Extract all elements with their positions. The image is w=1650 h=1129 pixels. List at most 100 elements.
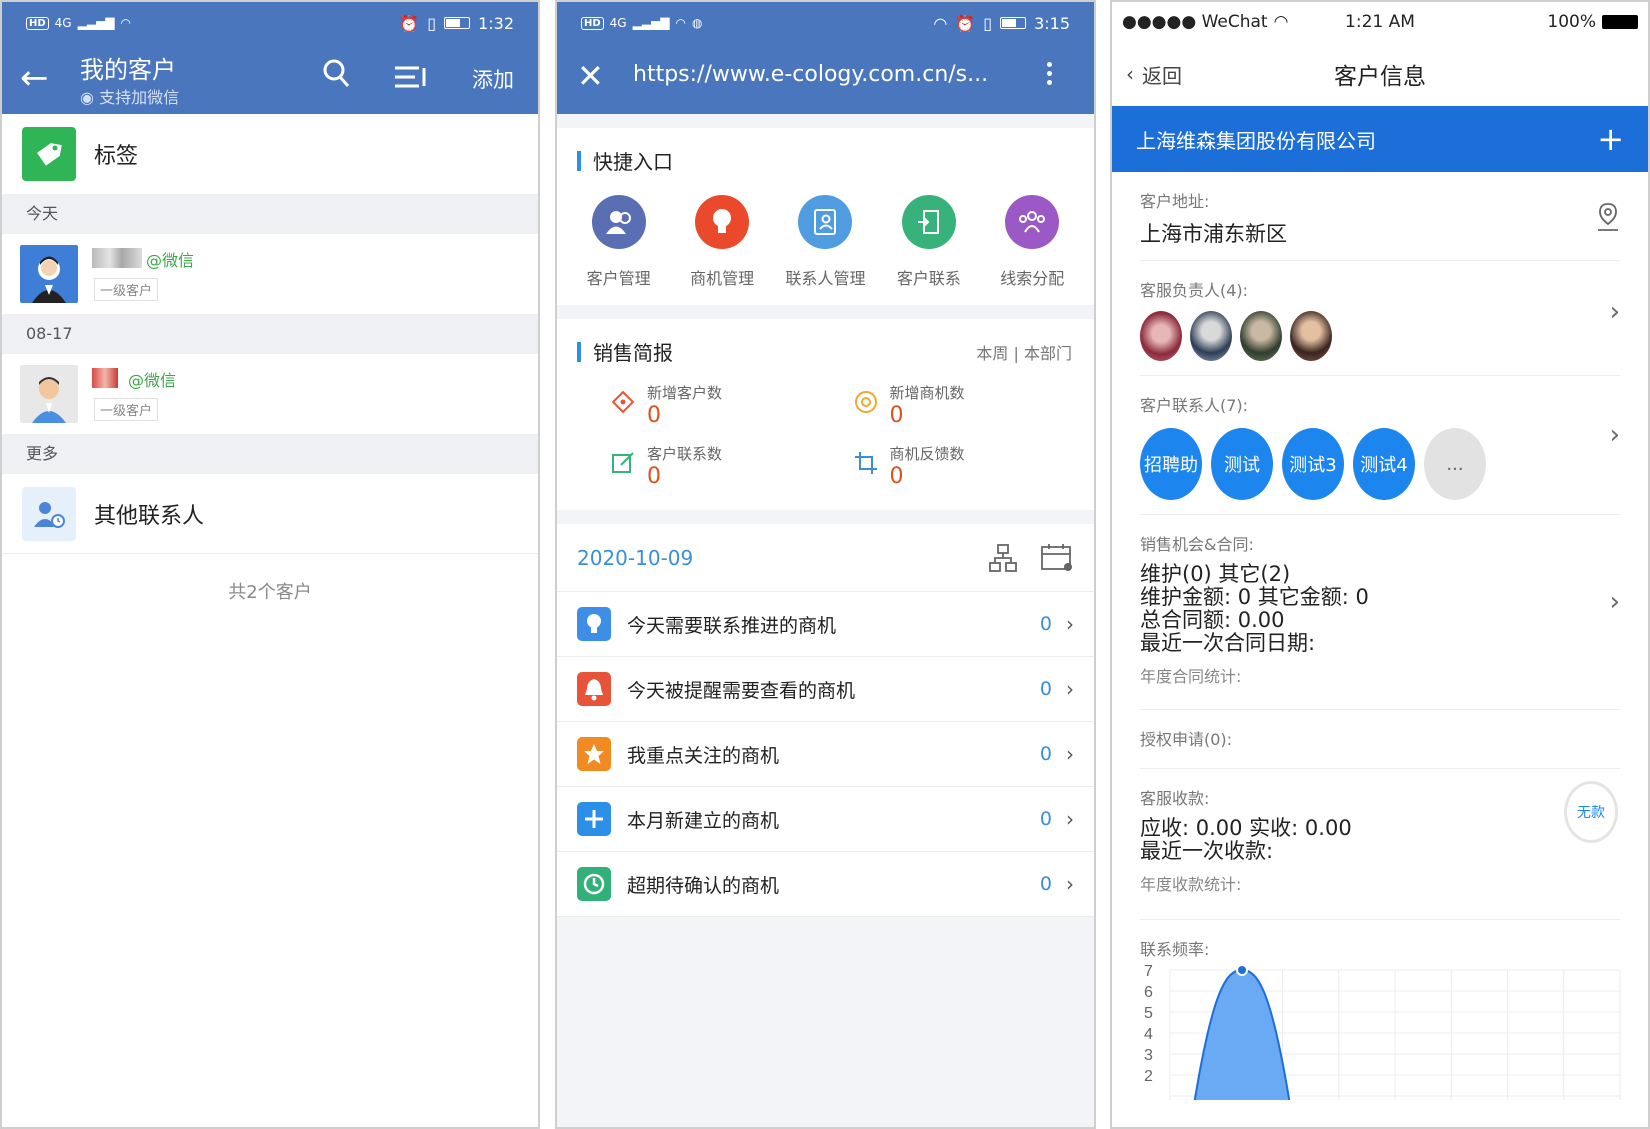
bell-icon bbox=[577, 672, 611, 706]
more-icon[interactable] bbox=[1047, 58, 1055, 89]
target-icon bbox=[854, 391, 877, 413]
opportunity-row[interactable]: 本月新建立的商机 0 › bbox=[557, 787, 1094, 852]
clock-icon bbox=[577, 867, 611, 901]
signal-icon: ▂▃▅▇ bbox=[632, 16, 670, 30]
diamond-icon bbox=[611, 390, 635, 414]
chevron-right-icon: › bbox=[1609, 297, 1620, 327]
stat-new-opportunities[interactable]: 新增商机数 0 bbox=[852, 382, 1095, 429]
chevron-right-icon: › bbox=[1609, 587, 1620, 617]
chevron-right-icon: › bbox=[1066, 807, 1074, 831]
quick-opportunity-management[interactable]: 商机管理 bbox=[674, 195, 770, 289]
other-contacts-label: 其他联系人 bbox=[94, 503, 205, 529]
owners-field[interactable]: 客服负责人(4): › bbox=[1140, 261, 1620, 376]
area-series bbox=[1190, 968, 1294, 1118]
quick-label: 客户管理 bbox=[586, 269, 651, 288]
opportunity-card: 2020-10-09 今天需要联系推进的商机 0 › 今天被提醒需要查看的商机 … bbox=[557, 524, 1094, 917]
alarm-icon: ⏰ bbox=[955, 13, 976, 33]
sales-line: 最近一次合同日期: bbox=[1140, 631, 1316, 655]
payment-field[interactable]: 客服收款: 应收: 0.00 实收: 0.00 最近一次收款: 年度收款统计: … bbox=[1140, 769, 1620, 920]
sales-line: 维护(0) 其它(2) bbox=[1140, 562, 1291, 586]
status-stamp: 无款 bbox=[1564, 781, 1618, 843]
chevron-right-icon: › bbox=[1066, 677, 1074, 701]
org-chart-icon[interactable] bbox=[988, 543, 1018, 573]
customer-list-screen: HD 4G ▂▃▅▇ ◠ ⏰ ▯ 1:32 ← 我的客户 ◉ 支持加微信 添加 标签 今天… bbox=[0, 0, 540, 1129]
opportunity-row[interactable]: 超期待确认的商机 0 › bbox=[557, 852, 1094, 917]
list-item[interactable]: @微信 一级客户 bbox=[2, 234, 538, 314]
search-icon[interactable] bbox=[322, 58, 350, 88]
contact-chip[interactable]: 招聘助 bbox=[1140, 428, 1202, 500]
header: HD 4G ▂▃▅▇ ◠ ⏰ ▯ 1:32 ← 我的客户 ◉ 支持加微信 添加 bbox=[2, 2, 538, 114]
battery-icon bbox=[1602, 15, 1638, 29]
other-contacts-row[interactable]: 其他联系人 bbox=[2, 474, 538, 554]
team-icon bbox=[1005, 195, 1060, 249]
page-title: 客户信息 bbox=[1334, 64, 1426, 90]
quick-contact-management[interactable]: 联系人管理 bbox=[777, 195, 873, 289]
sales-scope-filter[interactable]: 本周 | 本部门 bbox=[976, 340, 1072, 364]
stat-customer-contacts[interactable]: 客户联系数 0 bbox=[609, 443, 852, 490]
sales-brief-card: 销售简报 本周 | 本部门 新增客户数 0 新增商机数 0 客户联系数 0 商机反馈数 0 bbox=[557, 319, 1094, 510]
location-pin-icon[interactable] bbox=[1596, 202, 1620, 232]
back-arrow-icon[interactable]: ← bbox=[20, 60, 49, 96]
opportunity-row[interactable]: 今天需要联系推进的商机 0 › bbox=[557, 592, 1094, 657]
opportunity-row[interactable]: 我重点关注的商机 0 › bbox=[557, 722, 1094, 787]
quick-entry-title: 快捷入口 bbox=[593, 150, 673, 174]
page-title: 我的客户 bbox=[80, 56, 176, 84]
wifi-icon: ◠ bbox=[120, 16, 132, 30]
sales-field[interactable]: 销售机会&合同: 维护(0) 其它(2) 维护金额: 0 其它金额: 0 总合同… bbox=[1140, 515, 1620, 710]
y-tick-label: 3 bbox=[1144, 1047, 1153, 1064]
edit-icon bbox=[612, 452, 634, 473]
stat-new-customers[interactable]: 新增客户数 0 bbox=[609, 382, 852, 429]
company-name: 上海维森集团股份有限公司 bbox=[1136, 128, 1376, 153]
hd-icon: HD bbox=[26, 16, 49, 30]
list-item[interactable]: @微信 一级客户 bbox=[2, 354, 538, 434]
battery-percent: 100% bbox=[1547, 12, 1596, 32]
avatar bbox=[1240, 311, 1282, 361]
compass-icon: ◍ bbox=[692, 16, 703, 30]
auth-field[interactable]: 授权申请(0): bbox=[1140, 710, 1620, 769]
add-icon[interactable]: + bbox=[1597, 123, 1624, 155]
bulb-icon bbox=[577, 607, 611, 641]
more-contacts-chip[interactable]: ... bbox=[1424, 428, 1486, 500]
close-icon[interactable]: ✕ bbox=[577, 58, 604, 94]
avatar bbox=[20, 245, 78, 303]
tags-label: 标签 bbox=[94, 144, 139, 169]
filter-menu-icon[interactable] bbox=[395, 66, 427, 88]
contact-chip[interactable]: 测试4 bbox=[1353, 428, 1415, 500]
quick-label: 商机管理 bbox=[690, 269, 755, 288]
quick-customer-management[interactable]: 客户管理 bbox=[571, 195, 667, 289]
vibrate-icon: ▯ bbox=[427, 13, 437, 33]
calendar-icon[interactable] bbox=[1040, 543, 1074, 573]
date-label[interactable]: 2020-10-09 bbox=[577, 546, 693, 570]
contacts-field[interactable]: 客户联系人(7): 招聘助 测试 测试3 测试4 ... › bbox=[1140, 376, 1620, 515]
company-bar: 上海维森集团股份有限公司 + bbox=[1112, 106, 1648, 172]
opportunity-row[interactable]: 今天被提醒需要查看的商机 0 › bbox=[557, 657, 1094, 722]
add-button[interactable]: 添加 bbox=[472, 64, 514, 94]
stat-opportunity-feedback[interactable]: 商机反馈数 0 bbox=[852, 443, 1095, 490]
quick-lead-assignment[interactable]: 线索分配 bbox=[984, 195, 1080, 289]
quick-customer-contact[interactable]: 客户联系 bbox=[881, 195, 977, 289]
avatar bbox=[1140, 311, 1182, 361]
crm-home-screen: HD 4G ▂▃▅▇ ◠ ◍ ◠ ⏰ ▯ 3:15 ✕ https://www.e-colog… bbox=[555, 0, 1096, 1129]
level-badge: 一级客户 bbox=[94, 278, 159, 301]
signal-icon: ▂▃▅▇ bbox=[77, 16, 115, 30]
chevron-right-icon: › bbox=[1609, 420, 1620, 450]
headset-icon: ◠ bbox=[933, 13, 948, 33]
quick-label: 客户联系 bbox=[896, 269, 961, 288]
url-bar[interactable]: https://www.e-cology.com.cn/s... bbox=[633, 62, 1008, 87]
quick-entry-card: 快捷入口 客户管理 商机管理 联系人管理 客户联系 线索分配 bbox=[557, 128, 1094, 305]
annual-payment-stats: 年度收款统计: bbox=[1140, 875, 1242, 894]
header: HD 4G ▂▃▅▇ ◠ ◍ ◠ ⏰ ▯ 3:15 ✕ https://www.e-colog… bbox=[557, 2, 1094, 114]
status-bar: ●●●●● WeChat ◠ 1:21 AM 100% bbox=[1112, 2, 1648, 42]
battery-icon bbox=[1000, 17, 1027, 29]
wechat-tag: @微信 bbox=[146, 251, 195, 270]
contact-chip[interactable]: 测试 bbox=[1211, 428, 1273, 500]
frequency-section: 联系频率: 7 6 5 4 3 2 bbox=[1140, 920, 1621, 1118]
network-label: 4G bbox=[609, 16, 627, 30]
address-value: 上海市浦东新区 bbox=[1140, 222, 1287, 246]
status-bar: HD 4G ▂▃▅▇ ◠ ⏰ ▯ 1:32 bbox=[2, 2, 538, 44]
wifi-icon: ◠ bbox=[1273, 12, 1289, 32]
bulb-icon bbox=[695, 195, 750, 249]
contact-chip[interactable]: 测试3 bbox=[1282, 428, 1344, 500]
tags-row[interactable]: 标签 bbox=[2, 114, 538, 194]
quick-label: 线索分配 bbox=[1000, 269, 1065, 288]
